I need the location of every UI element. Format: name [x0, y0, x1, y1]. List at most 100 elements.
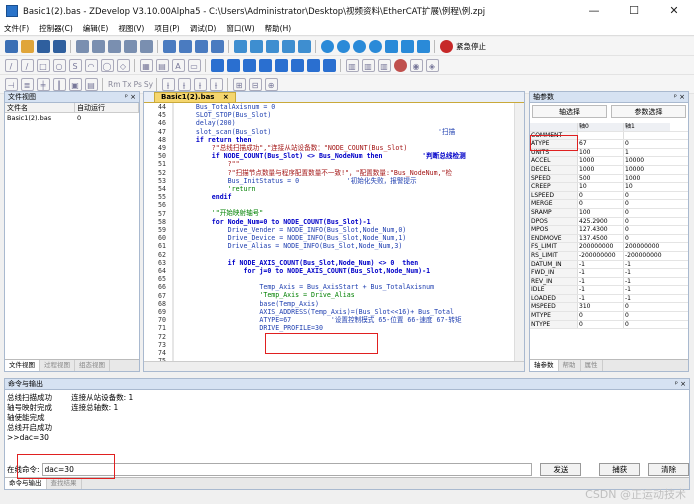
axis-param-value[interactable]: 425.2900	[578, 217, 624, 226]
lock-icon[interactable]: ◉	[409, 58, 423, 72]
axis-param-value[interactable]: -1	[624, 261, 670, 269]
capture-button[interactable]: 捕获	[599, 462, 641, 476]
axis-param-value[interactable]: 0	[578, 312, 624, 320]
axis-param-value[interactable]: 1000	[578, 165, 624, 174]
axis-param-value[interactable]: 1	[624, 149, 670, 157]
ellipse-icon[interactable]: ◯	[100, 58, 114, 72]
code-line[interactable]	[180, 250, 466, 258]
ladder-contact-icon[interactable]: ⊣	[4, 77, 18, 91]
axis-param-value[interactable]: 0	[578, 200, 624, 208]
paste-icon[interactable]	[107, 39, 121, 53]
doc-tab-close-icon[interactable]: ×	[223, 93, 229, 101]
code-line[interactable]: ?"总线扫描成功","连接从站设备数："NODE_COUNT(Bus_Slot)	[180, 144, 466, 152]
code-line[interactable]: slot_scan(Bus_Slot) '扫描	[180, 128, 466, 136]
open-folder-icon[interactable]	[20, 39, 34, 53]
download-rom-icon[interactable]	[265, 39, 279, 53]
axis-param-row[interactable]: LOADED -1 -1	[530, 294, 688, 304]
axis-param-value[interactable]: 0	[578, 320, 624, 329]
ladder-box-icon[interactable]: ▤	[84, 77, 98, 91]
file-view-pin-close[interactable]: ᵖ ×	[125, 92, 136, 103]
menu-project[interactable]: 项目(P)	[154, 23, 179, 34]
reset-icon[interactable]	[416, 39, 430, 53]
ctrl-button-icon[interactable]	[210, 58, 224, 72]
axis-param-value[interactable]: 0	[578, 191, 624, 200]
order-icon[interactable]: ◈	[425, 58, 439, 72]
axis-param-value[interactable]: 100	[578, 148, 624, 157]
align-right-icon[interactable]: ▥	[361, 58, 375, 72]
doc-tab-label[interactable]: Basic1(2).bas	[161, 93, 214, 101]
axis-param-value[interactable]: -1	[578, 286, 624, 294]
ladder-parallel-icon[interactable]: ⫲	[161, 77, 175, 91]
rectangle-icon[interactable]: □	[36, 58, 50, 72]
tab-command-output[interactable]: 命令与输出	[5, 478, 47, 489]
code-line[interactable]: DRIVE_PROFILE=30	[180, 324, 466, 332]
menu-debug[interactable]: 调试(D)	[190, 23, 217, 34]
file-row-name[interactable]: Basic1(2).bas	[5, 113, 75, 123]
axis-param-row[interactable]: SRAMP 100 0	[530, 208, 688, 218]
code-line[interactable]	[180, 332, 466, 340]
ladder-branch-icon[interactable]: ╪	[36, 77, 50, 91]
axis-param-row[interactable]: DATUM_IN -1 -1	[530, 260, 688, 270]
step-out-icon[interactable]	[368, 39, 382, 53]
code-line[interactable]: ATYPE=67 '设置控制模式 65-位置 66-速度 67-转矩	[180, 316, 466, 324]
code-line[interactable]: Drive_Alias = NODE_INFO(Bus_Slot,Node_Nu…	[180, 242, 466, 250]
code-line[interactable]: Bus_TotalAxisnum = 0	[180, 103, 466, 111]
axis-param-row[interactable]: DPOS 425.2900 0	[530, 217, 688, 227]
axis-param-value[interactable]	[624, 132, 670, 140]
axis-param-value[interactable]: 0	[624, 321, 670, 329]
online-command-input[interactable]: dac=30	[41, 462, 533, 476]
bookmark-icon[interactable]	[210, 39, 224, 53]
axis-param-value[interactable]: 137.4500	[578, 234, 624, 243]
axis-param-value[interactable]: -1	[578, 269, 624, 277]
menu-controller[interactable]: 控制器(C)	[39, 23, 73, 34]
axis-param-value[interactable]: 1000	[624, 175, 670, 183]
axis-param-value[interactable]: -200000000	[624, 252, 670, 260]
target-icon[interactable]	[320, 39, 334, 53]
run-icon[interactable]	[384, 39, 398, 53]
ladder-parallel2-icon[interactable]: ⫲	[177, 77, 191, 91]
axis-param-row[interactable]: LSPEED 0 0	[530, 191, 688, 201]
code-line[interactable]: for Node_Num=0 to NODE_COUNT(Bus_Slot)-1	[180, 218, 466, 226]
ladder-tx-label[interactable]: Tx	[123, 80, 132, 89]
code-line[interactable]	[180, 349, 466, 357]
undo-icon[interactable]	[123, 39, 137, 53]
axis-param-row[interactable]: NTYPE 0 0	[530, 320, 688, 330]
redo-icon[interactable]	[139, 39, 153, 53]
pause-icon[interactable]	[400, 39, 414, 53]
code-line[interactable]: if return then	[180, 136, 466, 144]
align-left-icon[interactable]: ▥	[345, 58, 359, 72]
circle-icon[interactable]: ○	[52, 58, 66, 72]
code-line[interactable]: if NODE_COUNT(Bus_Slot) <> Bus_NodeNum t…	[180, 152, 466, 160]
code-line[interactable]: Temp_Axis = Bus_AxisStart + Bus_TotalAxi…	[180, 283, 466, 291]
tab-config-view[interactable]: 组态视图	[75, 360, 110, 371]
oscilloscope-icon[interactable]	[297, 39, 311, 53]
minimize-button[interactable]: —	[574, 0, 614, 22]
file-row-auto[interactable]: 0	[75, 113, 139, 123]
ctrl-radio-icon[interactable]	[306, 58, 320, 72]
controller-connect-icon[interactable]	[233, 39, 247, 53]
tab-file-view[interactable]: 文件视图	[5, 360, 40, 371]
axis-param-value[interactable]: 0	[624, 303, 670, 311]
axis-param-value[interactable]: 0	[624, 235, 670, 243]
ctrl-check-icon[interactable]	[290, 58, 304, 72]
axis-param-value[interactable]: 10000	[624, 166, 670, 174]
axis-param-value[interactable]: 0	[624, 209, 670, 217]
ladder-insert-icon[interactable]: ⊞	[232, 77, 246, 91]
code-line[interactable]: ?"扫描节点数量与程序配置数量不一致!"，"配置数量:"Bus_NodeNum,…	[180, 169, 466, 177]
code-line[interactable]: endif	[180, 193, 466, 201]
maximize-button[interactable]: ☐	[614, 0, 654, 22]
polyline-icon[interactable]: ∕	[20, 58, 34, 72]
axis-param-value[interactable]: 127.4300	[578, 226, 624, 234]
menu-help[interactable]: 帮助(H)	[265, 23, 292, 34]
code-line[interactable]	[180, 275, 466, 283]
tab-properties[interactable]: 属性	[581, 360, 603, 371]
ladder-parallel4-icon[interactable]: ⫲	[209, 77, 223, 91]
axis-param-row[interactable]: RS_LIMIT -200000000 -200000000	[530, 251, 688, 261]
ctrl-combo-icon[interactable]	[258, 58, 272, 72]
axis-param-row[interactable]: COMMENT	[530, 131, 688, 141]
ladder-func-icon[interactable]: ▣	[68, 77, 82, 91]
code-line[interactable]: AXIS_ADDRESS(Temp_Axis)=(Bus_Slot<<16)+ …	[180, 308, 466, 316]
axis-param-value[interactable]: 0	[624, 226, 670, 234]
ctrl-list-icon[interactable]	[274, 58, 288, 72]
axis-param-row[interactable]: UNITS 100 1	[530, 148, 688, 158]
